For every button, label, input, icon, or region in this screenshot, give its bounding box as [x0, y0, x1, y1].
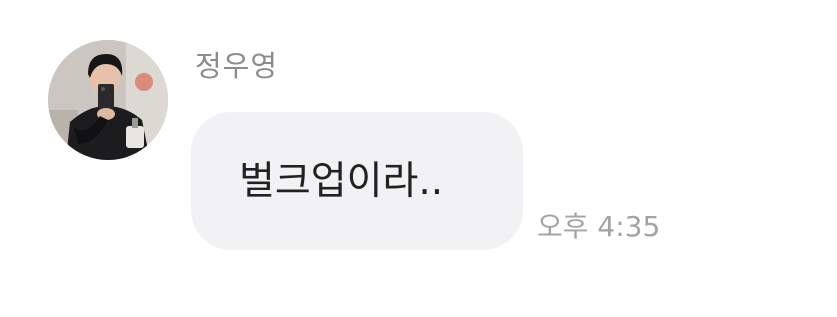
- message-text: 벌크업이라..: [239, 159, 444, 204]
- sender-name: 정우영: [195, 49, 279, 83]
- avatar-photo-icon: [48, 40, 168, 160]
- chat-message-row: 정우영 벌크업이라.. 오후 4:35: [0, 0, 837, 317]
- message-timestamp: 오후 4:35: [537, 210, 661, 243]
- message-bubble[interactable]: 벌크업이라..: [191, 112, 523, 250]
- profile-avatar[interactable]: [48, 40, 168, 160]
